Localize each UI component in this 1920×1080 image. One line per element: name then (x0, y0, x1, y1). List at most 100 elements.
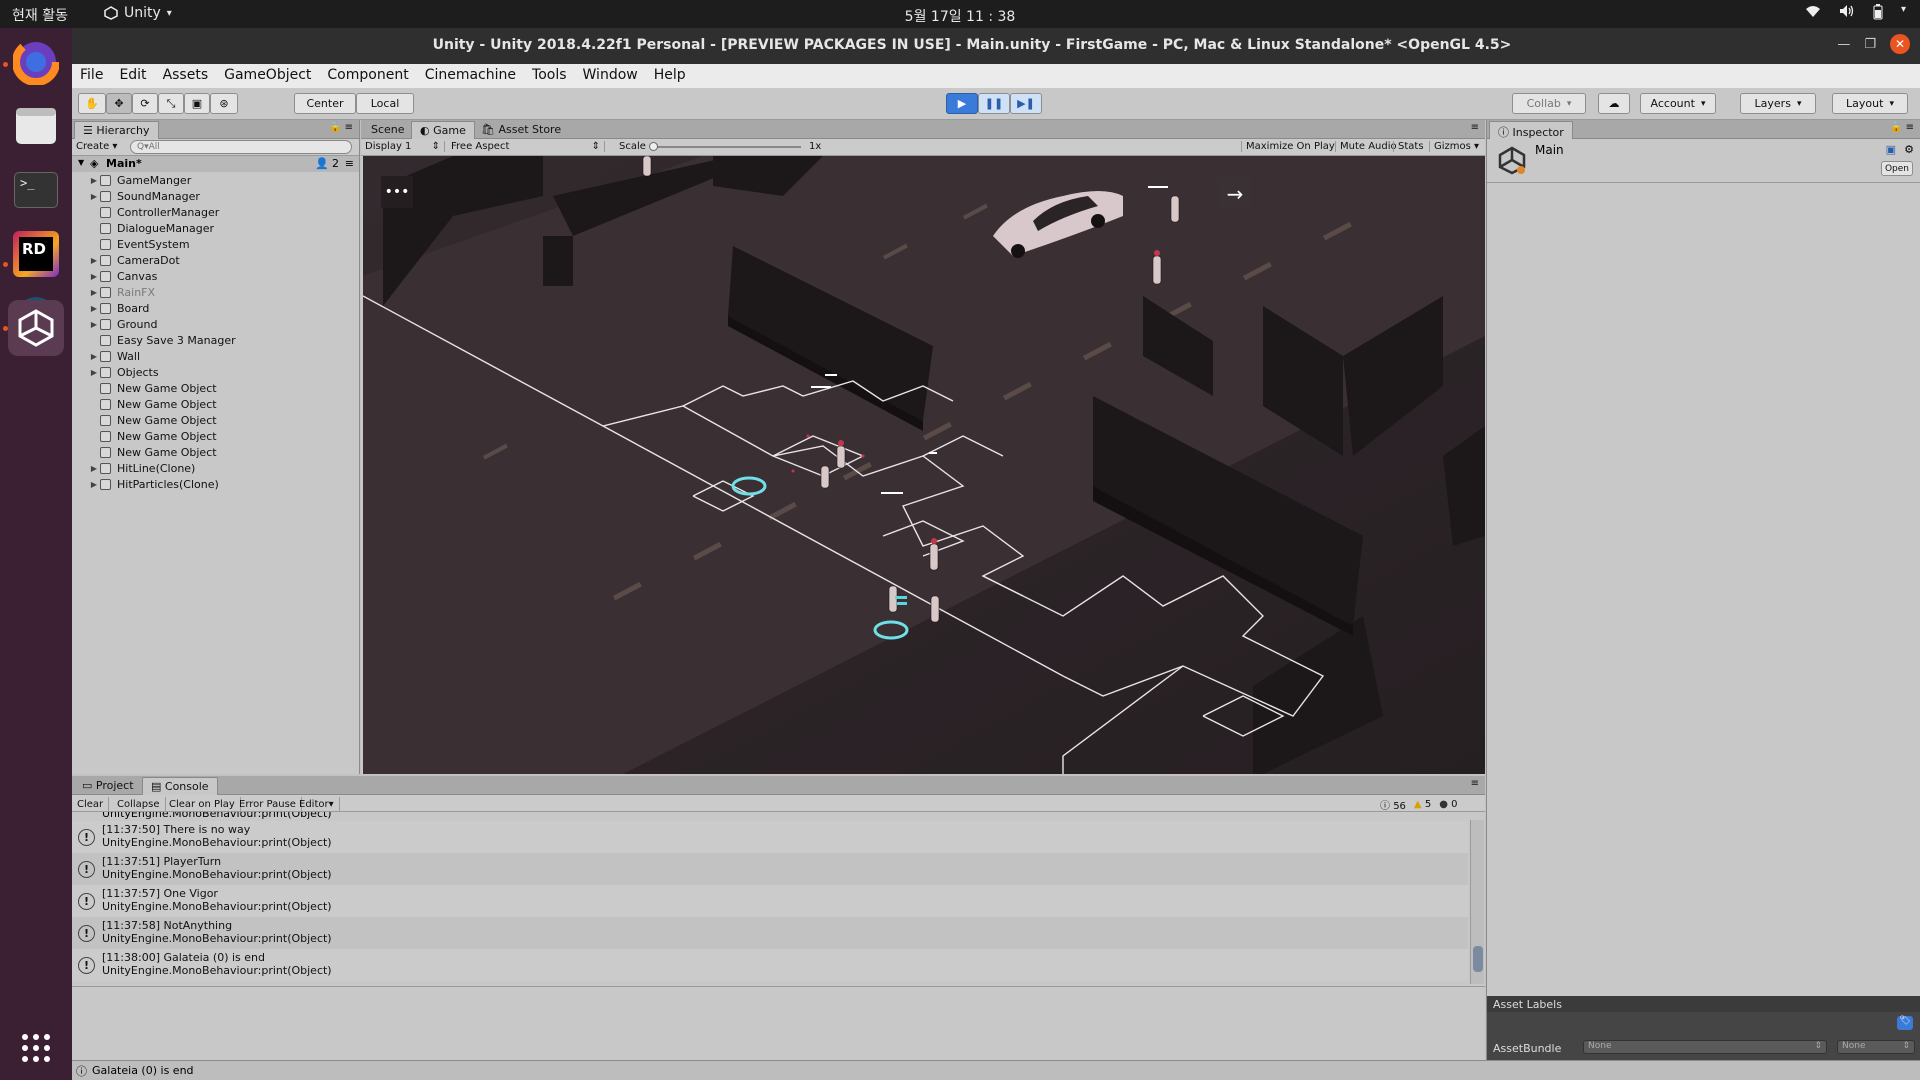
pause-button[interactable]: ❚❚ (978, 93, 1010, 114)
play-button[interactable]: ▶ (946, 93, 978, 114)
hierarchy-item[interactable]: New Game Object (72, 380, 360, 396)
system-tray[interactable]: ▾ (1805, 4, 1906, 24)
tab-asset-store[interactable]: 🛍 Asset Store (473, 121, 569, 139)
console-scroll-thumb[interactable] (1473, 946, 1483, 972)
error-pause-toggle[interactable]: Error Pause (234, 797, 302, 812)
show-apps-icon[interactable] (8, 1020, 64, 1076)
hierarchy-item[interactable]: ▶ Ground (72, 316, 360, 332)
tab-game[interactable]: ◐ Game (411, 121, 475, 139)
panel-menu-icon[interactable]: 🔒 ≡ (329, 122, 353, 133)
hierarchy-item[interactable]: ▶ CameraDot (72, 252, 360, 268)
hierarchy-item[interactable]: ▶ Board (72, 300, 360, 316)
tab-inspector[interactable]: ⓘ Inspector (1489, 121, 1573, 139)
close-icon[interactable]: ✕ (1890, 34, 1910, 54)
expand-arrow-icon[interactable]: ▶ (88, 352, 100, 361)
files-icon[interactable] (8, 98, 64, 154)
hierarchy-item[interactable]: Easy Save 3 Manager (72, 332, 360, 348)
hierarchy-item[interactable]: ▶ GameManger (72, 172, 360, 188)
clock[interactable]: 5월 17일 11 : 38 (0, 6, 1920, 26)
account-dropdown[interactable]: Account (1640, 93, 1716, 114)
collapse-toggle[interactable]: Collapse (112, 797, 166, 812)
open-button[interactable]: Open (1881, 161, 1913, 176)
stats-toggle[interactable]: Stats (1393, 141, 1424, 152)
hierarchy-item[interactable]: DialogueManager (72, 220, 360, 236)
expand-arrow-icon[interactable]: ▶ (88, 288, 100, 297)
scene-row[interactable]: ▼ ◈ Main* 👤 2 ≡ (72, 156, 359, 172)
editor-dropdown[interactable]: Editor ▾ (294, 797, 340, 812)
hierarchy-item[interactable]: ▶ SoundManager (72, 188, 360, 204)
menu-cinemachine[interactable]: Cinemachine (417, 64, 524, 88)
power-menu-icon[interactable]: ▾ (1901, 4, 1906, 24)
expand-arrow-icon[interactable]: ▶ (88, 320, 100, 329)
menu-component[interactable]: Component (319, 64, 416, 88)
scale-slider[interactable] (649, 142, 801, 151)
hierarchy-item[interactable]: ▶ Objects (72, 364, 360, 380)
tag-icon[interactable]: 🏷 (1897, 1016, 1913, 1030)
asset-variant-dropdown[interactable]: None ⇕ (1837, 1040, 1915, 1054)
expand-arrow-icon[interactable]: ▶ (88, 192, 100, 201)
hierarchy-item[interactable]: EventSystem (72, 236, 360, 252)
expand-arrow-icon[interactable]: ▶ (88, 256, 100, 265)
hand-tool-icon[interactable]: ✋ (78, 93, 106, 114)
game-viewport[interactable]: ••• → (363, 156, 1485, 774)
help-icon[interactable]: ▣ (1886, 143, 1896, 156)
tab-console[interactable]: ▤ Console (142, 777, 218, 795)
console-entry[interactable]: ! [11:37:51] PlayerTurn UnityEngine.MonoBe… (72, 853, 1468, 885)
aspect-dropdown[interactable]: Free Aspect ⇕ (451, 141, 605, 152)
transform-tool-icon[interactable]: ⊛ (210, 93, 238, 114)
expand-arrow-icon[interactable]: ▶ (88, 464, 100, 473)
expand-arrow-icon[interactable]: ▶ (88, 368, 100, 377)
pivot-center-button[interactable]: Center (294, 93, 356, 114)
pivot-local-button[interactable]: Local (356, 93, 414, 114)
cloud-icon[interactable]: ☁ (1598, 93, 1630, 114)
asset-bundle-dropdown[interactable]: None ⇕ (1583, 1040, 1827, 1054)
expand-arrow-icon[interactable]: ▶ (88, 480, 100, 489)
scene-menu-icon[interactable]: ≡ (345, 157, 354, 170)
menu-tools[interactable]: Tools (524, 64, 575, 88)
hierarchy-item[interactable]: ▶ RainFX (72, 284, 360, 300)
hierarchy-item[interactable]: ControllerManager (72, 204, 360, 220)
menu-window[interactable]: Window (575, 64, 646, 88)
warning-count-toggle[interactable]: ▲ 5 (1414, 799, 1431, 810)
expand-arrow-icon[interactable]: ▼ (78, 158, 84, 167)
panel-menu-icon[interactable]: ≡ (1471, 122, 1479, 133)
activities-button[interactable]: 현재 활동 (12, 5, 68, 25)
hierarchy-item[interactable]: New Game Object (72, 428, 360, 444)
terminal-icon[interactable]: >_ (8, 162, 64, 218)
panel-menu-icon[interactable]: ≡ (1471, 778, 1479, 789)
console-entry[interactable]: ! [11:37:57] One Vigor UnityEngine.MonoBeh… (72, 885, 1468, 917)
console-detail-area[interactable] (72, 986, 1485, 1040)
hierarchy-item[interactable]: ▶ Canvas (72, 268, 360, 284)
console-entry[interactable]: ! [11:38:00] Galateia (0) is end UnityEngi… (72, 949, 1468, 981)
step-button[interactable]: ▶❚ (1010, 93, 1042, 114)
rect-tool-icon[interactable]: ▣ (184, 93, 210, 114)
console-entry[interactable]: ! [11:37:58] NotAnything UnityEngine.MonoB… (72, 917, 1468, 949)
console-entry[interactable]: ! [11:37:50] There is no way UnityEngine.M… (72, 821, 1468, 853)
status-bar[interactable]: ⓘ Galateia (0) is end (72, 1060, 1920, 1080)
hierarchy-item[interactable]: ▶ HitLine(Clone) (72, 460, 360, 476)
unity-dock-icon[interactable] (8, 300, 64, 356)
expand-arrow-icon[interactable]: ▶ (88, 304, 100, 313)
game-menu-button[interactable]: ••• (381, 176, 413, 208)
scale-slider-thumb[interactable] (649, 142, 658, 151)
minimize-icon[interactable]: — (1837, 37, 1850, 52)
gizmos-dropdown[interactable]: Gizmos ▾ (1429, 141, 1479, 152)
volume-icon[interactable] (1839, 4, 1855, 24)
menu-edit[interactable]: Edit (111, 64, 154, 88)
rider-icon[interactable]: RD (8, 226, 64, 282)
collab-dropdown[interactable]: Collab (1512, 93, 1586, 114)
menu-gameobject[interactable]: GameObject (216, 64, 319, 88)
layers-dropdown[interactable]: Layers (1740, 93, 1816, 114)
hierarchy-search-input[interactable] (130, 140, 352, 154)
info-count-toggle[interactable]: ⓘ 56 (1380, 797, 1406, 812)
menu-assets[interactable]: Assets (155, 64, 217, 88)
menu-help[interactable]: Help (646, 64, 694, 88)
clear-on-play-toggle[interactable]: Clear on Play (164, 797, 241, 812)
create-dropdown[interactable]: Create ▾ (76, 141, 117, 152)
hierarchy-item[interactable]: New Game Object (72, 412, 360, 428)
maximize-on-play-toggle[interactable]: Maximize On Play (1241, 141, 1335, 152)
hierarchy-item[interactable]: ▶ HitParticles(Clone) (72, 476, 360, 492)
expand-arrow-icon[interactable]: ▶ (88, 272, 100, 281)
hierarchy-item[interactable]: New Game Object (72, 396, 360, 412)
game-next-button[interactable]: → (1219, 178, 1251, 210)
